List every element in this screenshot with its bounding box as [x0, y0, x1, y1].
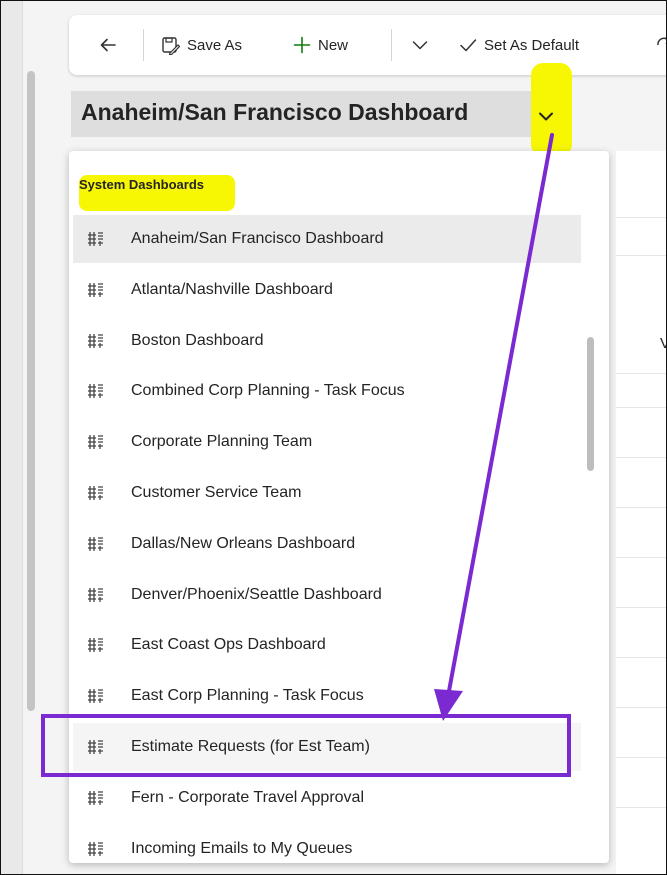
checkmark-icon	[460, 39, 477, 52]
save-as-button[interactable]: Save As	[161, 31, 242, 59]
save-as-icon	[162, 36, 180, 55]
row-divider	[616, 707, 666, 708]
dropdown-item[interactable]: Boston Dashboard	[73, 317, 581, 365]
dashboard-icon	[85, 839, 105, 859]
dropdown-item-label: Customer Service Team	[131, 484, 302, 501]
dropdown-item[interactable]: Dallas/New Orleans Dashboard	[73, 520, 581, 568]
dropdown-item[interactable]: Anaheim/San Francisco Dashboard	[73, 215, 581, 263]
row-divider	[616, 407, 666, 408]
new-label: New	[318, 36, 349, 54]
toolbar-divider	[143, 29, 144, 61]
dashboard-icon	[85, 280, 105, 300]
back-button[interactable]	[99, 31, 124, 59]
dropdown-item-label: Fern - Corporate Travel Approval	[131, 788, 364, 806]
dashboard-icon	[85, 534, 105, 554]
dropdown-item[interactable]: Incoming Emails to My Queues	[73, 825, 581, 873]
row-divider	[616, 373, 666, 374]
row-divider	[616, 757, 666, 758]
left-gutter	[1, 1, 23, 874]
plus-icon	[293, 36, 311, 54]
save-as-label: Save As	[187, 36, 243, 54]
row-divider	[616, 507, 666, 508]
dropdown-item-label: Corporate Planning Team	[131, 433, 313, 451]
dashboard-icon	[85, 331, 105, 351]
dropdown-item[interactable]: East Coast Ops Dashboard	[73, 621, 581, 669]
dropdown-item-label: Anaheim/San Francisco Dashboard	[131, 230, 384, 247]
row-divider	[616, 457, 666, 458]
dashboard-icon	[85, 788, 105, 808]
dashboard-icon	[85, 432, 105, 452]
command-bar: Save As New Set As Default	[69, 15, 666, 75]
toolbar-divider	[391, 29, 392, 61]
dropdown-item-label: Denver/Phoenix/Seattle Dashboard	[131, 585, 382, 603]
background-page-content: V	[616, 151, 666, 874]
dropdown-scrollbar[interactable]	[587, 337, 594, 471]
dropdown-item-label: East Coast Ops Dashboard	[131, 636, 326, 654]
dropdown-item[interactable]: Customer Service Team	[73, 469, 581, 517]
dropdown-item[interactable]: Combined Corp Planning - Task Focus	[73, 367, 581, 415]
dropdown-item[interactable]: Corporate Planning Team	[73, 418, 581, 466]
new-dropdown-button[interactable]	[411, 31, 429, 59]
dashboard-icon	[85, 686, 105, 706]
screenshot-frame: V Save As New Set As Default Anaheim/Sa	[0, 0, 667, 875]
dashboard-icon	[85, 229, 105, 249]
row-divider	[616, 557, 666, 558]
dashboard-icon	[85, 483, 105, 503]
dropdown-item[interactable]: Fern - Corporate Travel Approval	[73, 774, 581, 822]
more-commands-button[interactable]	[655, 31, 666, 59]
row-divider	[616, 607, 666, 608]
dropdown-item-label: East Corp Planning - Task Focus	[131, 687, 364, 705]
chevron-down-icon	[412, 41, 428, 50]
dropdown-item-label: Incoming Emails to My Queues	[131, 839, 353, 857]
dashboard-title: Anaheim/San Francisco Dashboard	[81, 99, 469, 125]
column-header-letter: V	[660, 335, 666, 352]
annotation-selection-box	[41, 714, 571, 777]
refresh-icon	[657, 37, 666, 46]
new-button[interactable]: New	[293, 31, 348, 59]
dropdown-item-label: Combined Corp Planning - Task Focus	[131, 382, 405, 400]
dropdown-item[interactable]: Atlanta/Nashville Dashboard	[73, 266, 581, 314]
row-divider	[616, 657, 666, 658]
page-scrollbar[interactable]	[27, 71, 35, 711]
set-as-default-label: Set As Default	[484, 36, 580, 54]
dashboard-icon	[85, 635, 105, 655]
dropdown-item-label: Boston Dashboard	[131, 331, 264, 349]
dropdown-group-header-text: System Dashboards	[79, 177, 204, 192]
back-arrow-icon	[100, 38, 116, 52]
dropdown-item[interactable]: Denver/Phoenix/Seattle Dashboard	[73, 571, 581, 619]
dashboard-icon	[85, 585, 105, 605]
dropdown-item-label: Dallas/New Orleans Dashboard	[131, 534, 356, 552]
dashboard-icon	[85, 381, 105, 401]
set-as-default-button[interactable]: Set As Default	[459, 31, 579, 59]
row-divider	[616, 255, 666, 256]
row-divider	[616, 807, 666, 808]
row-divider	[616, 217, 666, 218]
dropdown-item-label: Atlanta/Nashville Dashboard	[131, 280, 333, 298]
dropdown-item[interactable]: East Corp Planning - Task Focus	[73, 672, 581, 720]
dashboard-selector[interactable]: Anaheim/San Francisco Dashboard	[71, 91, 553, 137]
chevron-down-icon[interactable]	[537, 107, 555, 125]
